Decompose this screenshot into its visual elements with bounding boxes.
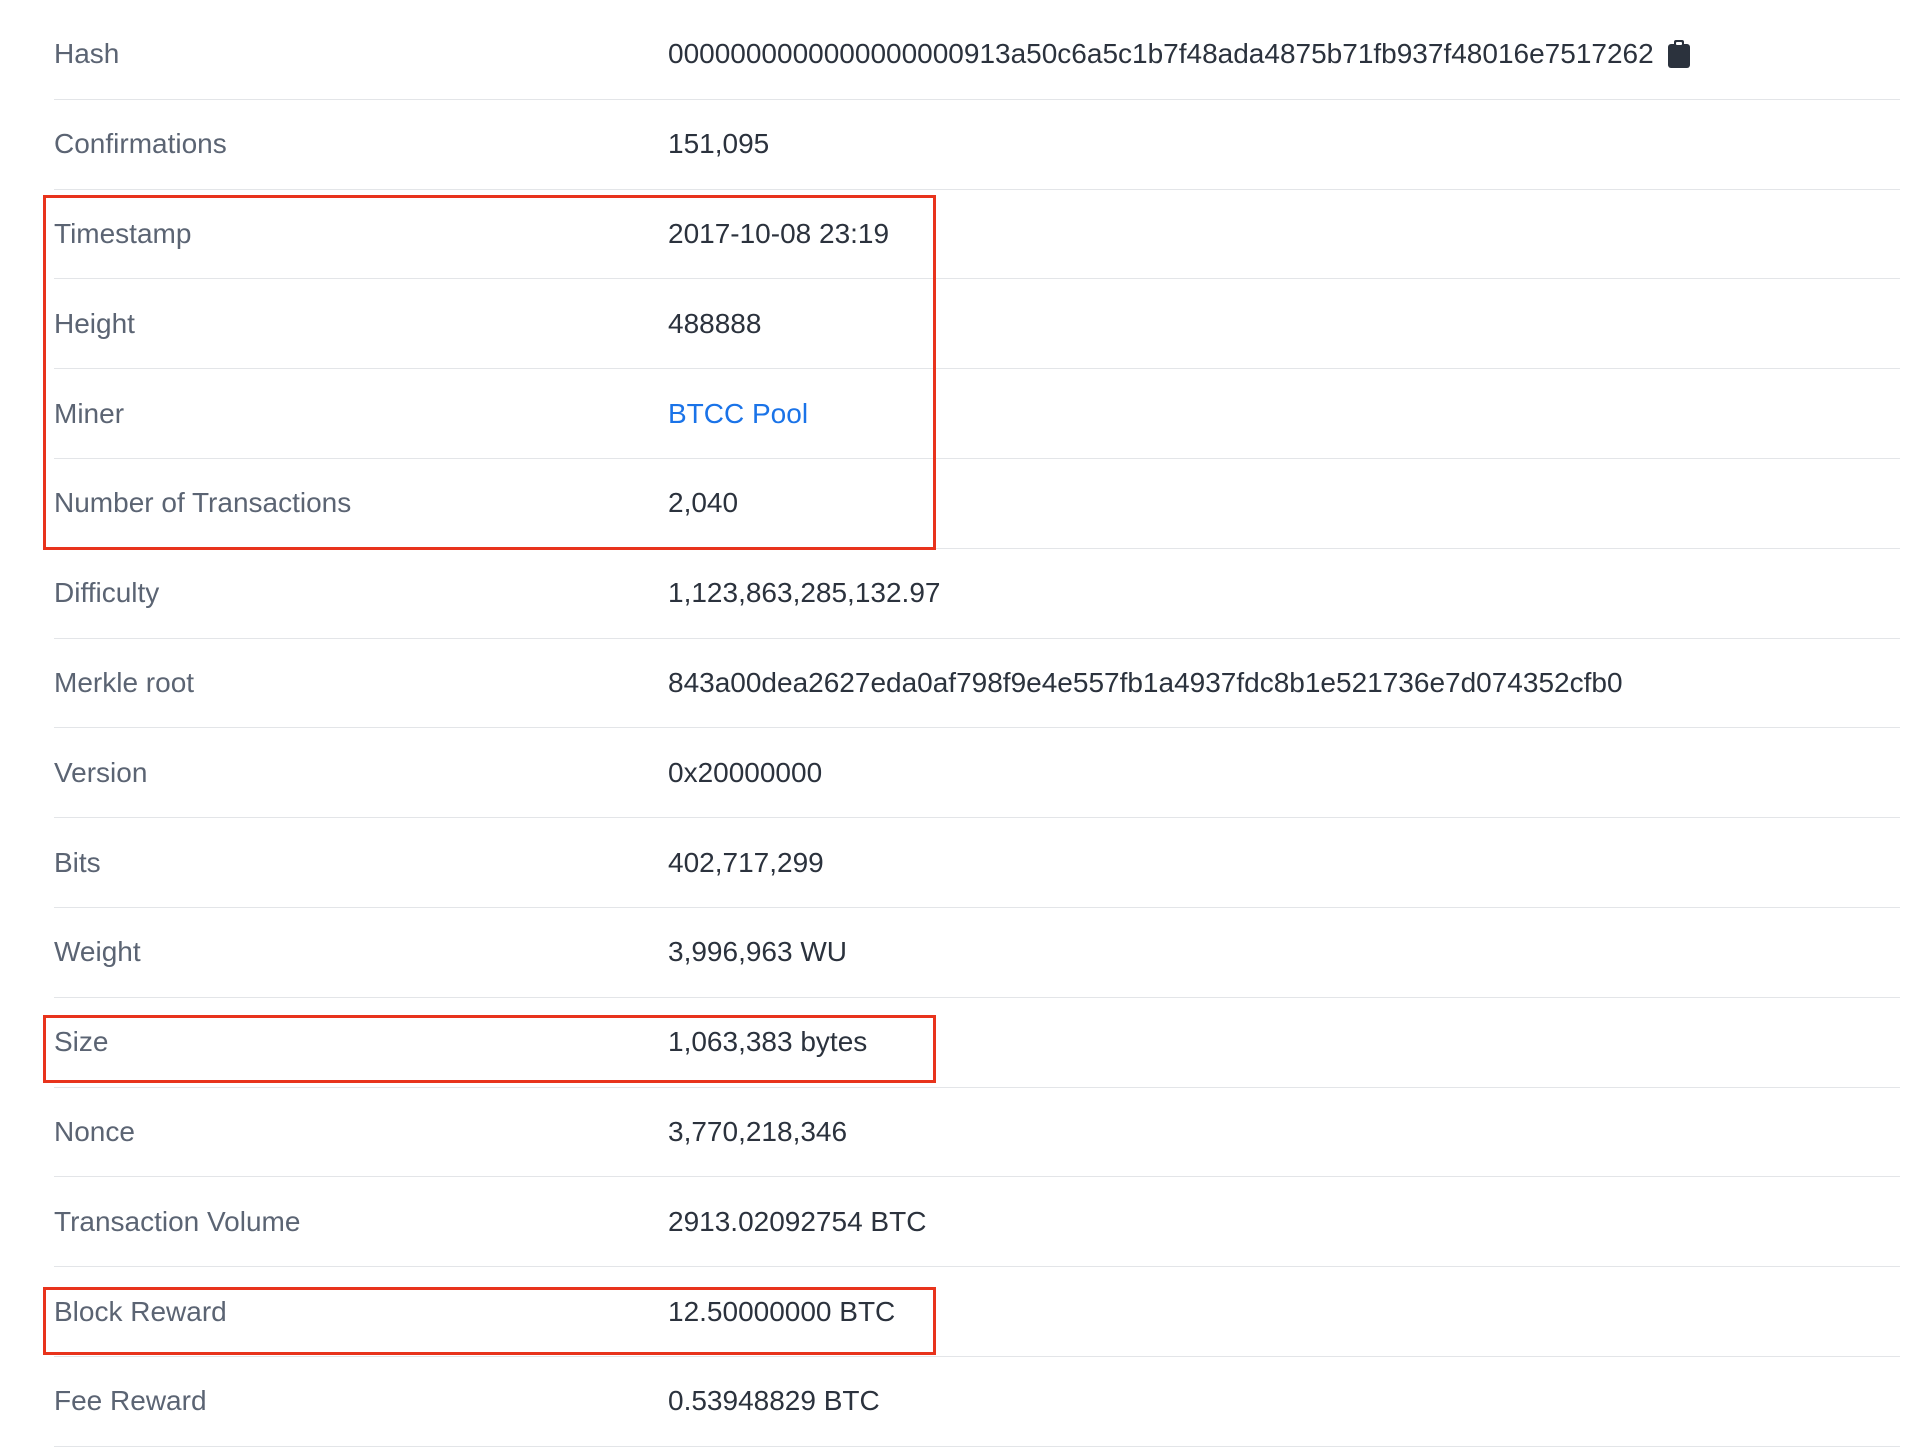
miner-link[interactable]: BTCC Pool <box>668 398 808 430</box>
timestamp-value: 2017-10-08 23:19 <box>668 217 890 249</box>
weight-label: Weight <box>54 936 141 968</box>
timestamp-label: Timestamp <box>54 217 192 249</box>
row-miner: Miner BTCC Pool <box>54 369 1900 459</box>
block-reward-value: 12.50000000 BTC <box>668 1295 896 1327</box>
height-value: 488888 <box>668 307 762 339</box>
row-number-of-transactions: Number of Transactions 2,040 <box>54 459 1900 549</box>
nonce-label: Nonce <box>54 1115 135 1147</box>
merkle-root-value: 843a00dea2627eda0af798f9e4e557fb1a4937fd… <box>668 666 1623 698</box>
fee-reward-label: Fee Reward <box>54 1385 207 1417</box>
nonce-value: 3,770,218,346 <box>668 1115 848 1147</box>
weight-value: 3,996,963 WU <box>668 936 847 968</box>
row-timestamp: Timestamp 2017-10-08 23:19 <box>54 190 1900 280</box>
hash-label: Hash <box>54 38 120 70</box>
block-reward-label: Block Reward <box>54 1295 227 1327</box>
confirmations-value: 151,095 <box>668 128 770 160</box>
row-block-reward: Block Reward 12.50000000 BTC <box>54 1267 1900 1357</box>
hash-value: 0000000000000000000913a50c6a5c1b7f48ada4… <box>668 38 1654 70</box>
difficulty-value: 1,123,863,285,132.97 <box>668 577 941 609</box>
number-of-transactions-value: 2,040 <box>668 487 739 519</box>
size-label: Size <box>54 1026 109 1058</box>
row-merkle-root: Merkle root 843a00dea2627eda0af798f9e4e5… <box>54 639 1900 729</box>
row-difficulty: Difficulty 1,123,863,285,132.97 <box>54 549 1900 639</box>
row-version: Version 0x20000000 <box>54 728 1900 819</box>
transaction-volume-label: Transaction Volume <box>54 1205 301 1237</box>
fee-reward-value: 0.53948829 BTC <box>668 1385 880 1417</box>
hash-value-wrap: 0000000000000000000913a50c6a5c1b7f48ada4… <box>668 38 1690 70</box>
row-fee-reward: Fee Reward 0.53948829 BTC <box>54 1357 1900 1447</box>
version-label: Version <box>54 756 148 788</box>
clipboard-icon[interactable] <box>1667 40 1690 69</box>
row-transaction-volume: Transaction Volume 2913.02092754 BTC <box>54 1177 1900 1268</box>
merkle-root-label: Merkle root <box>54 666 195 698</box>
difficulty-label: Difficulty <box>54 577 160 609</box>
number-of-transactions-label: Number of Transactions <box>54 487 352 519</box>
bits-value: 402,717,299 <box>668 846 824 878</box>
row-height: Height 488888 <box>54 279 1900 370</box>
row-bits: Bits 402,717,299 <box>54 818 1900 908</box>
confirmations-label: Confirmations <box>54 128 227 160</box>
row-size: Size 1,063,383 bytes <box>54 998 1900 1088</box>
bits-label: Bits <box>54 846 101 878</box>
version-value: 0x20000000 <box>668 756 823 788</box>
block-details-table: Hash 0000000000000000000913a50c6a5c1b7f4… <box>54 10 1900 1447</box>
row-nonce: Nonce 3,770,218,346 <box>54 1088 1900 1178</box>
transaction-volume-value: 2913.02092754 BTC <box>668 1205 927 1237</box>
size-value: 1,063,383 bytes <box>668 1026 868 1058</box>
row-weight: Weight 3,996,963 WU <box>54 908 1900 998</box>
row-hash: Hash 0000000000000000000913a50c6a5c1b7f4… <box>54 10 1900 100</box>
row-confirmations: Confirmations 151,095 <box>54 100 1900 190</box>
miner-label: Miner <box>54 397 125 429</box>
height-label: Height <box>54 307 135 339</box>
